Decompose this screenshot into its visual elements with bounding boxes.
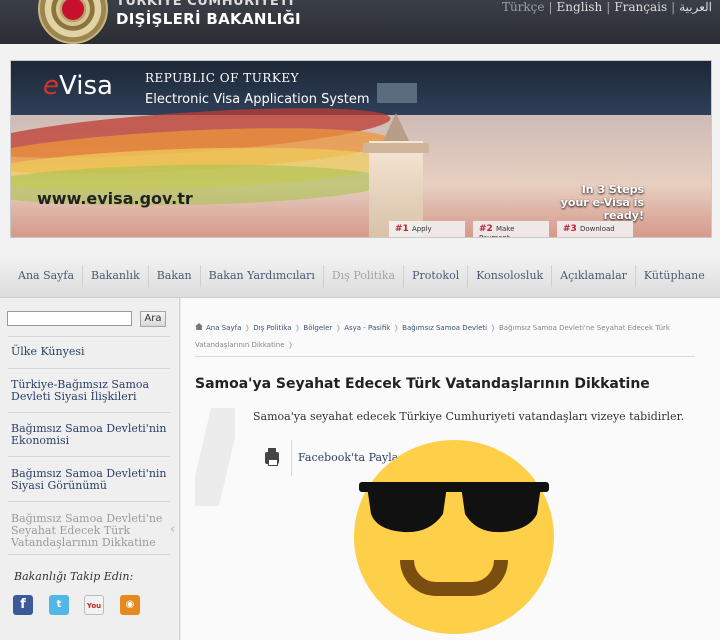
site-header: TÜRKİYE CUMHURİYETİ DIŞİŞLERİ BAKANLIĞI … [0,0,720,44]
sidebar-item-ulke-kunyesi[interactable]: Ülke Künyesi [0,346,180,358]
twitter-icon[interactable]: t [49,595,69,615]
sunglasses-icon [359,482,549,533]
nav-item-bakan-yardimcilari[interactable]: Bakan Yardımcıları [201,264,324,287]
crescent-icon [62,0,84,20]
facebook-icon[interactable]: f [13,595,33,615]
nav-item-kutuphane[interactable]: Kütüphane [636,265,713,287]
search-button[interactable]: Ara [140,311,166,327]
sidebar-item-siyasi-iliskiler[interactable]: Türkiye-Bağımsız Samoa Devleti Siyasi İl… [0,379,180,403]
sidebar-item-ekonomi[interactable]: Bağımsız Samoa Devleti'nin Ekonomisi [0,423,180,447]
sidebar-item-siyasi-gorunum[interactable]: Bağımsız Samoa Devleti'nin Siyasi Görünü… [0,468,180,492]
evisa-banner[interactable]: eVisa REPUBLIC OF TURKEY Electronic Visa… [10,60,712,238]
banner-steps-text: In 3 Steps your e-Visa is ready! [532,183,644,222]
banner-republic: REPUBLIC OF TURKEY [145,71,300,85]
breadcrumb-divider [195,356,695,357]
step-payment: #2 Make Payment [473,221,549,237]
nav-item-bakan[interactable]: Bakan [149,264,201,287]
page-title: Samoa'ya Seyahat Edecek Türk Vatandaşlar… [195,376,650,392]
breadcrumb-item[interactable]: Asya - Pasifik [344,324,390,332]
sidebar-divider [8,336,170,337]
rss-icon[interactable]: ◉ [120,595,140,615]
share-divider [291,440,292,476]
youtube-icon[interactable]: You [84,595,104,615]
breadcrumb-item[interactable]: Dış Politika [253,324,291,332]
watermark-graphic [195,408,235,506]
evisa-logo: eVisa [43,71,113,101]
step-apply: #1 Apply [389,221,465,237]
lang-turkish[interactable]: Türkçe [500,0,547,14]
breadcrumb: Ana Sayfa ❭ Dış Politika ❭ Bölgeler ❭ Asya - P… [195,323,670,349]
page: TÜRKİYE CUMHURİYETİ DIŞİŞLERİ BAKANLIĞI … [0,0,720,640]
search-input[interactable] [7,311,132,326]
print-icon[interactable] [265,448,279,466]
banner-area: eVisa REPUBLIC OF TURKEY Electronic Visa… [0,44,720,254]
sidebar-divider [8,554,170,555]
banner-url: www.evisa.gov.tr [37,189,193,208]
breadcrumb-item[interactable]: Ana Sayfa [206,324,241,332]
ministry-name[interactable]: TÜRKİYE CUMHURİYETİ DIŞİŞLERİ BAKANLIĞI [116,0,301,28]
step-download: #3 Download [557,221,633,237]
sidebar-collapse-icon[interactable]: ‹ [170,522,175,537]
facebook-share-link[interactable]: Facebook'ta Payla [298,451,398,464]
sidebar-divider [8,501,170,502]
main-nav: Ana Sayfa Bakanlık Bakan Bakan Yardımcıl… [0,254,720,298]
lang-arabic[interactable]: العربية [677,0,714,14]
breadcrumb-item[interactable]: Bölgeler [303,324,332,332]
language-switcher: Türkçe | English | Français | العربية [500,0,714,14]
lang-french[interactable]: Français [612,0,669,14]
nav-item-aciklamalar[interactable]: Açıklamalar [552,264,636,287]
sidebar-item-seyahat-dikkat[interactable]: Bağımsız Samoa Devleti'ne Seyahat Edecek… [0,513,180,549]
ministry-seal-logo[interactable] [38,0,108,44]
steps-line1: In 3 Steps [581,183,644,196]
ministry-name-line2: DIŞİŞLERİ BAKANLIĞI [116,10,301,28]
steps-line2: your e-Visa is ready! [560,196,644,222]
sidebar-divider [8,456,170,457]
nav-item-protokol[interactable]: Protokol [404,264,469,287]
home-icon [195,323,203,330]
banner-steps-bar: #1 Apply #2 Make Payment #3 Download [389,221,633,237]
banner-system: Electronic Visa Application System [145,92,370,107]
nav-item-ana-sayfa[interactable]: Ana Sayfa [10,264,84,287]
sidebar-divider [8,368,170,369]
ministry-name-line1: TÜRKİYE CUMHURİYETİ [116,0,294,9]
sunglasses-emoji-sticker [354,440,554,634]
breadcrumb-item[interactable]: Bağımsız Samoa Devleti [402,324,487,332]
follow-label: Bakanlığı Takip Edin: [14,570,134,583]
article-body: Samoa'ya seyahat edecek Türkiye Cumhuriy… [253,410,685,423]
sidebar: Ara Ülke Künyesi Türkiye-Bağımsız Samoa … [0,298,180,640]
nav-item-konsolosluk[interactable]: Konsolosluk [468,264,553,287]
lang-english[interactable]: English [555,0,605,14]
nav-item-dis-politika[interactable]: Dış Politika [324,264,405,287]
nav-item-bakanlik[interactable]: Bakanlık [83,264,149,287]
sidebar-divider [8,412,170,413]
